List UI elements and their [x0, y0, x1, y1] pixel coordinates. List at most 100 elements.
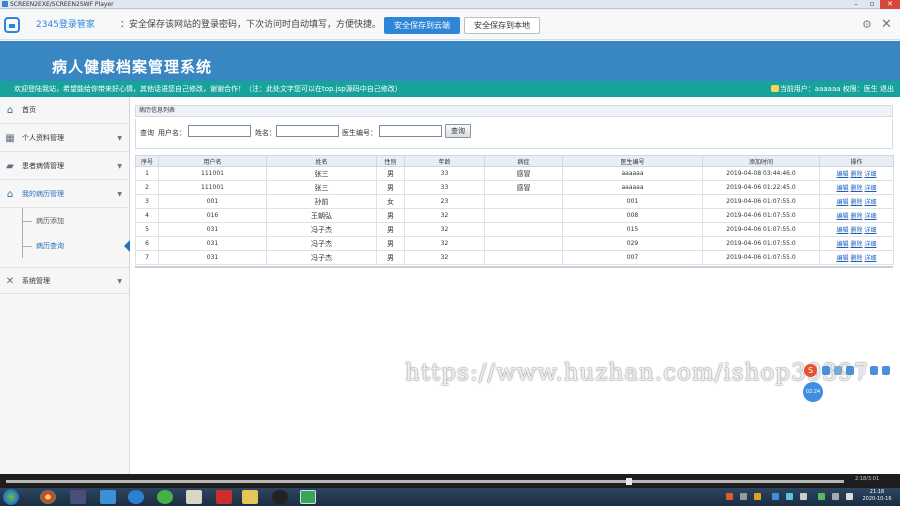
tray-icon[interactable]: [786, 493, 793, 500]
taskbar: 21:18 2020-10-16: [0, 488, 900, 506]
row-actions: 编辑 删除 详细: [819, 194, 894, 209]
tray-icon[interactable]: [846, 493, 853, 500]
doctor-id-label: 医生编号：: [342, 129, 377, 137]
detail-link[interactable]: 详细: [865, 213, 877, 220]
table-cell: 男: [376, 180, 405, 195]
browser-icon[interactable]: [128, 490, 144, 504]
table-cell: 4: [135, 208, 159, 223]
search-button[interactable]: 查询: [445, 124, 471, 138]
recording-timer[interactable]: 02:24: [803, 382, 823, 402]
sidebar-item-profile[interactable]: ▦ 个人资料管理 ▼: [0, 125, 130, 152]
edit-link[interactable]: 编辑: [836, 255, 848, 262]
sidebar-item-patients[interactable]: ▰ 患者病情管理 ▼: [0, 153, 130, 180]
delete-link[interactable]: 删除: [850, 255, 862, 262]
table-cell: 男: [376, 208, 405, 223]
tray-icon[interactable]: [832, 493, 839, 500]
doctor-id-input[interactable]: [379, 125, 442, 137]
detail-link[interactable]: 详细: [865, 185, 877, 192]
gear-icon[interactable]: ⚙: [862, 10, 872, 40]
sidebar-item-system[interactable]: ✕ 系统管理 ▼: [0, 267, 130, 294]
delete-link[interactable]: 删除: [850, 199, 862, 206]
delete-link[interactable]: 删除: [850, 227, 862, 234]
table-cell: [484, 236, 563, 251]
qq-icon[interactable]: [272, 490, 288, 504]
tool-icon[interactable]: [870, 366, 878, 375]
app-icon[interactable]: [157, 490, 173, 504]
table-row: 4 016 王朝弘男 32 008 2019-04-06 01:07:55.0 编辑 删除 详细: [135, 208, 894, 223]
tray-icon[interactable]: [740, 493, 747, 500]
table-cell: 32: [404, 236, 485, 251]
tray-icon[interactable]: [800, 493, 807, 500]
tray-icon[interactable]: [818, 493, 825, 500]
delete-link[interactable]: 删除: [850, 185, 862, 192]
player-controls: 2:18/3:01: [0, 474, 900, 488]
tray-icon[interactable]: [754, 493, 761, 500]
delete-link[interactable]: 删除: [850, 213, 862, 220]
search-prefix: 查询: [140, 129, 154, 137]
table-cell: 007: [562, 250, 703, 265]
sogou-icon[interactable]: S: [804, 364, 817, 377]
username-input[interactable]: [188, 125, 251, 137]
user-info: 当前用户：aaaaaa 权限：医生 退出: [770, 81, 894, 97]
app-icon[interactable]: [100, 490, 116, 504]
clock-time: 21:18: [869, 489, 885, 495]
minimize-button[interactable]: –: [848, 0, 864, 9]
detail-link[interactable]: 详细: [865, 227, 877, 234]
save-to-local-button[interactable]: 安全保存到本地: [464, 17, 540, 34]
chrome-icon[interactable]: [40, 490, 56, 504]
tool-icon[interactable]: [834, 366, 842, 375]
edit-link[interactable]: 编辑: [836, 199, 848, 206]
row-actions: 编辑 删除 详细: [819, 236, 894, 251]
row-actions: 编辑 删除 详细: [819, 208, 894, 223]
close-button[interactable]: ✕: [880, 0, 900, 9]
table-cell: 2019-04-06 01:07:55.0: [702, 194, 820, 209]
edit-link[interactable]: 编辑: [836, 227, 848, 234]
clock-date: 2020-10-16: [862, 496, 892, 502]
tool-icon[interactable]: [822, 366, 830, 375]
table-row: 7 031 冯子杰男 32 007 2019-04-06 01:07:55.0 编辑 删除 详细: [135, 250, 894, 265]
flash-icon[interactable]: [216, 490, 232, 504]
start-button[interactable]: [3, 489, 19, 505]
folder-icon[interactable]: [242, 490, 258, 504]
close-icon[interactable]: ✕: [881, 10, 892, 40]
table-cell: 冯子杰: [266, 236, 377, 251]
tool-icon[interactable]: [846, 366, 854, 375]
taskbar-clock[interactable]: 21:18 2020-10-16: [860, 489, 894, 503]
name-input[interactable]: [276, 125, 339, 137]
table-body: 1 111001 张三男 33 感冒 aaaaaa 2019-04-08 03:44:46.…: [135, 166, 894, 265]
edit-link[interactable]: 编辑: [836, 213, 848, 220]
app-icon[interactable]: [70, 490, 86, 504]
delete-link[interactable]: 删除: [850, 171, 862, 178]
column-header: 序号: [135, 155, 159, 167]
player-icon[interactable]: [300, 490, 316, 504]
sidebar-subitem-query-record[interactable]: 病历查询: [0, 234, 131, 259]
tray-icon[interactable]: [726, 493, 733, 500]
delete-link[interactable]: 删除: [850, 241, 862, 248]
edit-link[interactable]: 编辑: [836, 185, 848, 192]
table-row: 2 111001 张三男 33 感冒 aaaaaa 2019-04-06 01:22:45.…: [135, 180, 894, 195]
edit-link[interactable]: 编辑: [836, 241, 848, 248]
main-content: 病历信息列表 查询 用户名： 姓名： 医生编号： 查询 序号 用户名 姓名 性别 年龄病…: [130, 97, 900, 474]
maximize-button[interactable]: ▫: [864, 0, 880, 9]
sidebar-item-label: 个人资料管理: [22, 134, 64, 142]
edit-link[interactable]: 编辑: [836, 171, 848, 178]
sidebar-item-home[interactable]: ⌂ 首页: [0, 97, 130, 124]
table-cell: [484, 222, 563, 237]
detail-link[interactable]: 详细: [865, 255, 877, 262]
tool-icon[interactable]: [858, 366, 866, 375]
notepad-icon[interactable]: [186, 490, 202, 504]
detail-link[interactable]: 详细: [865, 171, 877, 178]
sidebar-item-records[interactable]: ⌂ 我的病历管理 ▼: [0, 181, 130, 208]
detail-link[interactable]: 详细: [865, 199, 877, 206]
seek-thumb[interactable]: [626, 478, 632, 485]
table-cell: 016: [158, 208, 267, 223]
tray-icon[interactable]: [772, 493, 779, 500]
player-titlebar: SCREEN2EXE/SCREEN2SWF Player – ▫ ✕: [0, 0, 900, 9]
save-to-cloud-button[interactable]: 安全保存到云端: [384, 17, 460, 34]
table-cell: 感冒: [484, 166, 563, 181]
tool-icon[interactable]: [882, 366, 890, 375]
detail-link[interactable]: 详细: [865, 241, 877, 248]
sidebar-subitem-add-record[interactable]: 病历添加: [0, 209, 130, 234]
user-info-text: 当前用户：aaaaaa 权限：医生 退出: [779, 85, 894, 93]
seek-bar[interactable]: [6, 480, 844, 483]
